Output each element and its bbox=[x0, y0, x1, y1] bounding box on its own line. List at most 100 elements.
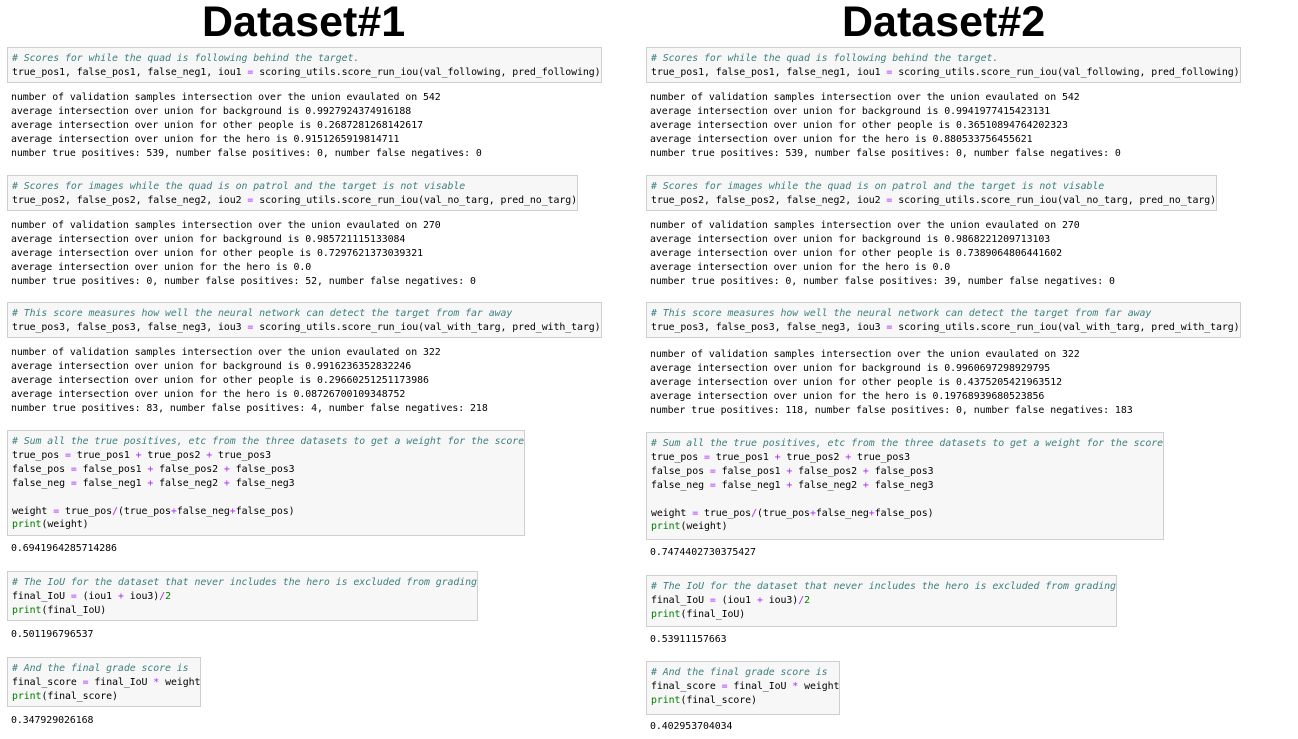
output-final-iou: 0.53911157663 bbox=[646, 633, 727, 647]
code-token: false_pos2 bbox=[798, 465, 858, 477]
code-operator: = bbox=[886, 194, 893, 206]
code-operator: = bbox=[709, 465, 716, 477]
left-notebook-column: # Scores for while the quad is following… bbox=[7, 0, 635, 739]
code-operator: = bbox=[247, 321, 254, 333]
code-comment: # This score measures how well the neura… bbox=[651, 308, 1152, 319]
code-token: false_pos3 bbox=[874, 465, 934, 477]
code-cell-patrol[interactable]: # Scores for images while the quad is on… bbox=[7, 175, 579, 211]
code-text: # Scores for images while the quad is on… bbox=[651, 180, 1216, 208]
code-operator: = bbox=[709, 479, 716, 491]
code-operator: + bbox=[147, 477, 154, 489]
code-cell-final-iou[interactable]: # The IoU for the dataset that never inc… bbox=[646, 575, 1117, 627]
code-cell-following[interactable]: # Scores for while the quad is following… bbox=[646, 47, 1241, 83]
code-token: false_pos) bbox=[235, 505, 295, 517]
code-text: # Scores for while the quad is following… bbox=[12, 52, 601, 80]
code-token: (iou1 bbox=[721, 594, 752, 606]
code-operator: + bbox=[147, 463, 154, 475]
code-cell-far-away[interactable]: # This score measures how well the neura… bbox=[646, 302, 1241, 338]
code-token: true_pos1, false_pos1, false_neg1, iou1 bbox=[651, 66, 881, 78]
code-token: false_pos bbox=[12, 463, 65, 475]
code-token: false_neg3 bbox=[874, 479, 934, 491]
code-cell-final-score[interactable]: # And the final grade score is final_sco… bbox=[7, 657, 202, 707]
code-operator: * bbox=[792, 680, 799, 692]
code-token: scoring_utils.score_run_iou(val_no_targ,… bbox=[898, 194, 1217, 206]
code-cell-weight[interactable]: # Sum all the true positives, etc from t… bbox=[646, 432, 1165, 540]
code-token: weight bbox=[651, 507, 687, 519]
right-notebook-column: # Scores for while the quad is following… bbox=[646, 0, 1279, 739]
code-operator: = bbox=[886, 66, 893, 78]
code-token: final_score bbox=[651, 680, 716, 692]
code-token: false_neg1 bbox=[82, 477, 142, 489]
code-token: (weight) bbox=[680, 521, 728, 533]
code-token: false_neg bbox=[815, 507, 869, 519]
output-patrol: number of validation samples intersectio… bbox=[7, 219, 476, 289]
code-text: # Sum all the true positives, etc from t… bbox=[12, 435, 524, 532]
code-operator: + bbox=[117, 590, 124, 602]
code-operator: + bbox=[135, 449, 142, 461]
code-token: scoring_utils.score_run_iou(val_followin… bbox=[259, 66, 601, 78]
code-cell-final-iou[interactable]: # The IoU for the dataset that never inc… bbox=[7, 571, 478, 621]
code-operator: = bbox=[53, 505, 60, 517]
code-token: false_pos1 bbox=[721, 465, 781, 477]
code-token: weight bbox=[165, 676, 201, 688]
code-cell-far-away[interactable]: # This score measures how well the neura… bbox=[7, 302, 602, 338]
code-cell-patrol[interactable]: # Scores for images while the quad is on… bbox=[646, 175, 1218, 211]
code-token: false_neg3 bbox=[235, 477, 295, 489]
code-token: false_neg bbox=[651, 479, 704, 491]
code-token: true_pos2 bbox=[786, 451, 840, 463]
code-operator: = bbox=[692, 507, 699, 519]
code-operator: = bbox=[70, 590, 77, 602]
code-comment: # Sum all the true positives, etc from t… bbox=[12, 436, 525, 447]
code-token: true_pos3 bbox=[857, 451, 911, 463]
code-text: number of validation samples intersectio… bbox=[11, 347, 488, 414]
output-far-away: number of validation samples intersectio… bbox=[646, 348, 1133, 418]
code-operator: = bbox=[886, 321, 893, 333]
code-text: # This score measures how well the neura… bbox=[12, 307, 601, 335]
code-comment: # Sum all the true positives, etc from t… bbox=[651, 438, 1164, 449]
code-operator: = bbox=[64, 449, 71, 461]
output-patrol: number of validation samples intersectio… bbox=[646, 219, 1115, 289]
code-operator: = bbox=[721, 680, 728, 692]
code-text: 0.501196796537 bbox=[11, 629, 94, 640]
code-comment: # And the final grade score is bbox=[651, 667, 828, 678]
code-token: scoring_utils.score_run_iou(val_with_tar… bbox=[898, 321, 1240, 333]
code-comment: # The IoU for the dataset that never inc… bbox=[651, 581, 1116, 592]
code-token: false_pos bbox=[651, 465, 704, 477]
output-final-score: 0.402953704034 bbox=[646, 720, 732, 734]
code-text: number of validation samples intersectio… bbox=[11, 92, 482, 159]
code-text: 0.347929026168 bbox=[11, 715, 94, 726]
code-comment: # Scores for images while the quad is on… bbox=[12, 181, 466, 192]
code-text: # Sum all the true positives, etc from t… bbox=[651, 437, 1163, 534]
code-operator: + bbox=[756, 594, 763, 606]
code-token: weight bbox=[12, 505, 48, 517]
code-text: number of validation samples intersectio… bbox=[11, 220, 476, 287]
code-operator: + bbox=[862, 465, 869, 477]
code-operator: + bbox=[862, 479, 869, 491]
code-operator: + bbox=[845, 451, 852, 463]
code-token: final_score bbox=[12, 676, 77, 688]
code-text: number of validation samples intersectio… bbox=[650, 349, 1133, 416]
code-token: (true_pos bbox=[756, 507, 810, 519]
code-token: true_pos3, false_pos3, false_neg3, iou3 bbox=[651, 321, 881, 333]
code-token: print bbox=[651, 521, 681, 533]
code-text: number of validation samples intersectio… bbox=[650, 92, 1121, 159]
code-token: (weight) bbox=[41, 519, 89, 531]
code-token: final_IoU bbox=[12, 590, 65, 602]
code-operator: + bbox=[786, 465, 793, 477]
code-cell-final-score[interactable]: # And the final grade score is final_sco… bbox=[646, 661, 841, 715]
code-token: true_pos2, false_pos2, false_neg2, iou2 bbox=[651, 194, 881, 206]
code-token: scoring_utils.score_run_iou(val_with_tar… bbox=[259, 321, 601, 333]
code-token: false_neg bbox=[12, 477, 65, 489]
code-token: false_neg bbox=[176, 505, 230, 517]
code-cell-following[interactable]: # Scores for while the quad is following… bbox=[7, 47, 602, 83]
code-token: (final_score) bbox=[680, 694, 757, 706]
code-token: true_pos1, false_pos1, false_neg1, iou1 bbox=[12, 66, 242, 78]
code-token: true_pos bbox=[651, 451, 699, 463]
code-token: false_neg2 bbox=[798, 479, 858, 491]
code-token: true_pos3, false_pos3, false_neg3, iou3 bbox=[12, 321, 242, 333]
code-text: # The IoU for the dataset that never inc… bbox=[12, 576, 477, 618]
code-operator: * bbox=[153, 676, 160, 688]
output-following: number of validation samples intersectio… bbox=[646, 91, 1121, 161]
code-token: print bbox=[651, 694, 681, 706]
code-cell-weight[interactable]: # Sum all the true positives, etc from t… bbox=[7, 430, 526, 536]
